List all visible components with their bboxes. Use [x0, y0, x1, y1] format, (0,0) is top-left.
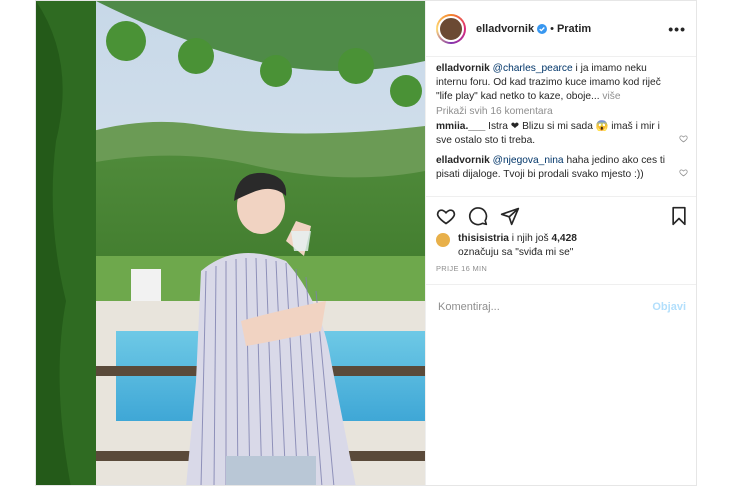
more-icon[interactable]: •••: [668, 21, 686, 37]
username[interactable]: elladvornik: [476, 23, 534, 35]
verified-icon: [537, 23, 548, 34]
comment-like-icon[interactable]: [679, 134, 688, 143]
comment-item: mmiia.___ Istra ❤ Blizu si mi sada 😱 ima…: [436, 120, 688, 148]
avatar[interactable]: [436, 13, 466, 44]
caption-mention[interactable]: @charles_pearce: [493, 63, 573, 74]
likes-count[interactable]: 4,428: [551, 233, 577, 244]
share-icon[interactable]: [500, 206, 520, 226]
comment-like-icon[interactable]: [679, 168, 688, 177]
post-header: elladvornik • Pratim •••: [426, 1, 696, 57]
comment-item: elladvornik @njegova_nina haha jedino ak…: [436, 154, 688, 182]
comment-input[interactable]: [436, 300, 653, 314]
view-all-comments-link[interactable]: Prikaži svih 16 komentara: [436, 106, 688, 117]
likes-text-b: označuju sa "sviđa mi se": [458, 247, 574, 258]
comment-username[interactable]: elladvornik: [436, 155, 490, 166]
liker-avatar[interactable]: [436, 233, 450, 247]
caption-more-link[interactable]: više: [600, 91, 620, 102]
likes-text-a: i njih još: [508, 233, 552, 244]
caption-username[interactable]: elladvornik: [436, 63, 490, 74]
save-icon[interactable]: [670, 206, 688, 226]
post-caption: elladvornik @charles_pearce i ja imamo n…: [436, 62, 688, 104]
comments-section: elladvornik @charles_pearce i ja imamo n…: [426, 57, 696, 197]
comment-mention[interactable]: @njegova_nina: [493, 155, 564, 166]
post-comment-button[interactable]: Objavi: [652, 301, 686, 313]
likes-text-block: thisisistria i njih još 4,428 označuju s…: [458, 232, 577, 260]
instagram-post-card: elladvornik • Pratim ••• elladvornik @ch…: [35, 0, 697, 486]
photo-illustration: [36, 1, 425, 485]
liker-username[interactable]: thisisistria: [458, 233, 509, 244]
add-comment-bar: Objavi: [426, 284, 696, 329]
separator-dot: •: [550, 22, 554, 35]
comment-icon[interactable]: [468, 206, 488, 226]
post-side-panel: elladvornik • Pratim ••• elladvornik @ch…: [425, 1, 696, 485]
comment-username[interactable]: mmiia.___: [436, 121, 485, 132]
avatar-image: [438, 15, 464, 42]
heart-icon[interactable]: [436, 206, 456, 226]
post-actions: [426, 197, 696, 230]
follow-button[interactable]: Pratim: [557, 23, 591, 35]
post-timestamp[interactable]: PRIJE 16 MIN: [426, 260, 696, 273]
likes-summary: thisisistria i njih još 4,428 označuju s…: [426, 230, 696, 260]
post-photo[interactable]: [36, 1, 425, 485]
